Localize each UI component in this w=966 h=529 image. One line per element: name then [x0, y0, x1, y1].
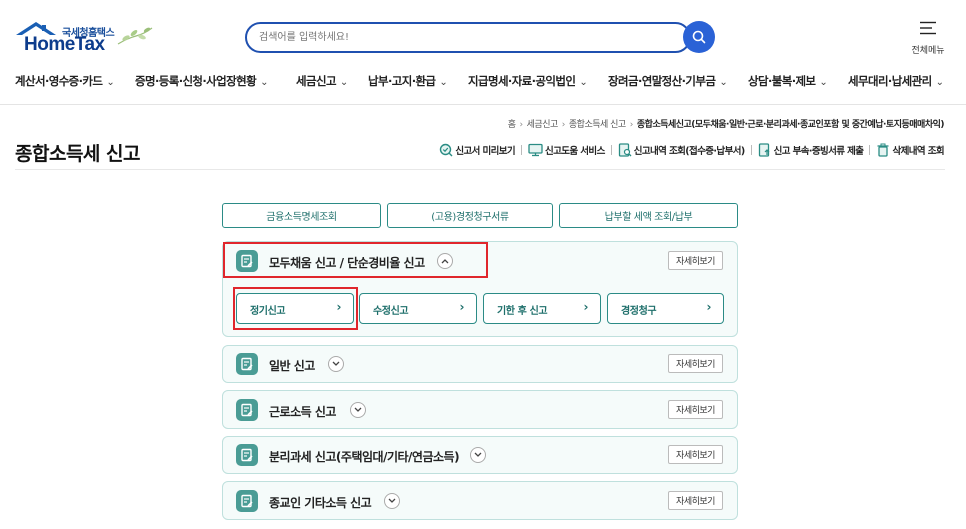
chevron-right-icon: › — [706, 300, 711, 314]
gnb-item-payment[interactable]: 납부·고지·환급 ⌄ — [368, 73, 448, 89]
section-title: 종교인 기타소득 신고 — [269, 496, 372, 510]
monitor-icon — [528, 143, 543, 157]
highlight-box — [223, 242, 488, 278]
late-report-button[interactable]: 기한 후 신고 › — [483, 293, 601, 324]
all-menu-button[interactable]: 전체메뉴 — [905, 20, 951, 56]
preview-link[interactable]: 신고서 미리보기 — [439, 143, 516, 157]
correction-claim-button[interactable]: 경정청구 › — [607, 293, 724, 324]
chevron-down-icon: ⌄ — [935, 77, 944, 88]
expand-toggle[interactable] — [470, 447, 486, 463]
gnb-item-invoice[interactable]: 계산서·영수증·카드 ⌄ — [15, 73, 115, 89]
gnb-item-agent[interactable]: 세무대리·납세관리 ⌄ — [848, 73, 944, 89]
link-divider — [750, 145, 752, 155]
search-box — [245, 22, 691, 53]
deleted-history-link[interactable]: 삭제내역 조회 — [876, 143, 945, 157]
attachment-submit-link[interactable]: 신고 부속·증빙서류 제출 — [758, 143, 864, 157]
link-divider — [521, 145, 523, 155]
section-title: 분리과세 신고(주택임대/기타/연금소득) — [269, 450, 460, 464]
chevron-right-icon: › — [629, 120, 634, 130]
search-button[interactable] — [683, 21, 715, 53]
quick-links: 신고서 미리보기 신고도움 서비스 신고내역 조회(접수증·납부서) 신고 부속… — [439, 143, 945, 157]
gnb-item-tax-report[interactable]: 세금신고 ⌄ — [296, 73, 348, 89]
link-divider — [869, 145, 871, 155]
chevron-right-icon: › — [459, 300, 464, 314]
chevron-down-icon: ⌄ — [719, 77, 728, 88]
search-input[interactable] — [259, 24, 659, 51]
chevron-down-icon: ⌄ — [579, 77, 588, 88]
chevron-down-icon — [388, 498, 396, 503]
section-title: 근로소득 신고 — [269, 405, 336, 419]
amended-report-button[interactable]: 수정신고 › — [359, 293, 477, 324]
breadcrumb: 홈 › 세금신고 › 종합소득세 신고 › 종합소득세신고(모두채움·일반·근로·분리과세·… — [508, 117, 945, 130]
breadcrumb-level2[interactable]: 종합소득세 신고 — [569, 120, 626, 130]
gnb-item-certificate[interactable]: 증명·등록·신청·사업장현황 ⌄ — [135, 73, 268, 89]
section-title: 일반 신고 — [269, 359, 315, 373]
expand-toggle[interactable] — [328, 356, 344, 372]
highlight-box — [233, 287, 358, 330]
detail-button[interactable]: 자세히보기 — [668, 400, 723, 419]
main-navigation: 계산서·영수증·카드 ⌄ 증명·등록·신청·사업장현황 ⌄ 세금신고 ⌄ 납부·고지·… — [0, 70, 966, 94]
gnb-item-statement[interactable]: 지급명세·자료·공익법인 ⌄ — [468, 73, 588, 89]
breadcrumb-home[interactable]: 홈 — [508, 120, 516, 130]
gnb-divider — [0, 104, 966, 105]
chevron-down-icon: ⌄ — [819, 77, 828, 88]
chevron-down-icon — [354, 407, 362, 412]
detail-button[interactable]: 자세히보기 — [668, 354, 723, 373]
link-divider — [610, 145, 612, 155]
chevron-down-icon: ⌄ — [106, 77, 115, 88]
chevron-down-icon: ⌄ — [439, 77, 448, 88]
leaf-decoration-icon — [117, 27, 153, 45]
document-search-icon — [618, 143, 632, 157]
breadcrumb-current: 종합소득세신고(모두채움·일반·근로·분리과세·종교인포함 및 중간예납·토지등… — [636, 120, 945, 130]
trash-icon — [877, 143, 889, 157]
document-edit-icon — [236, 399, 258, 421]
financial-income-button[interactable]: 금융소득명세조회 — [222, 203, 381, 228]
hamburger-icon — [920, 21, 936, 35]
search-icon — [692, 30, 706, 44]
chevron-down-icon: ⌄ — [260, 77, 268, 88]
chevron-down-icon: ⌄ — [339, 77, 348, 88]
document-edit-icon — [236, 490, 258, 512]
document-edit-icon — [236, 353, 258, 375]
chevron-right-icon: › — [561, 120, 566, 130]
page-title: 종합소득세 신고 — [15, 143, 140, 165]
magnifier-check-icon — [440, 143, 453, 157]
chevron-down-icon — [474, 452, 482, 457]
report-history-link[interactable]: 신고내역 조회(접수증·납부서) — [618, 143, 745, 157]
all-menu-label: 전체메뉴 — [911, 46, 945, 56]
breadcrumb-level1[interactable]: 세금신고 — [527, 120, 559, 130]
expand-toggle[interactable] — [384, 493, 400, 509]
gnb-item-incentive[interactable]: 장려금·연말정산·기부금 ⌄ — [608, 73, 728, 89]
detail-button[interactable]: 자세히보기 — [668, 251, 723, 270]
chevron-right-icon: › — [583, 300, 588, 314]
expand-toggle[interactable] — [350, 402, 366, 418]
tax-payment-button[interactable]: 납부할 세액 조회/납부 — [559, 203, 738, 228]
gnb-item-consulting[interactable]: 상담·불복·제보 ⌄ — [748, 73, 828, 89]
title-divider — [15, 169, 945, 170]
detail-button[interactable]: 자세히보기 — [668, 445, 723, 464]
chevron-right-icon: › — [519, 120, 524, 130]
correction-claim-docs-button[interactable]: (고용)경정청구서류 — [387, 203, 553, 228]
help-service-link[interactable]: 신고도움 서비스 — [528, 143, 605, 157]
document-edit-icon — [236, 444, 258, 466]
document-upload-icon — [758, 143, 770, 157]
chevron-down-icon — [332, 361, 340, 366]
logo-title: HomeTax — [24, 34, 105, 55]
detail-button[interactable]: 자세히보기 — [668, 491, 723, 510]
